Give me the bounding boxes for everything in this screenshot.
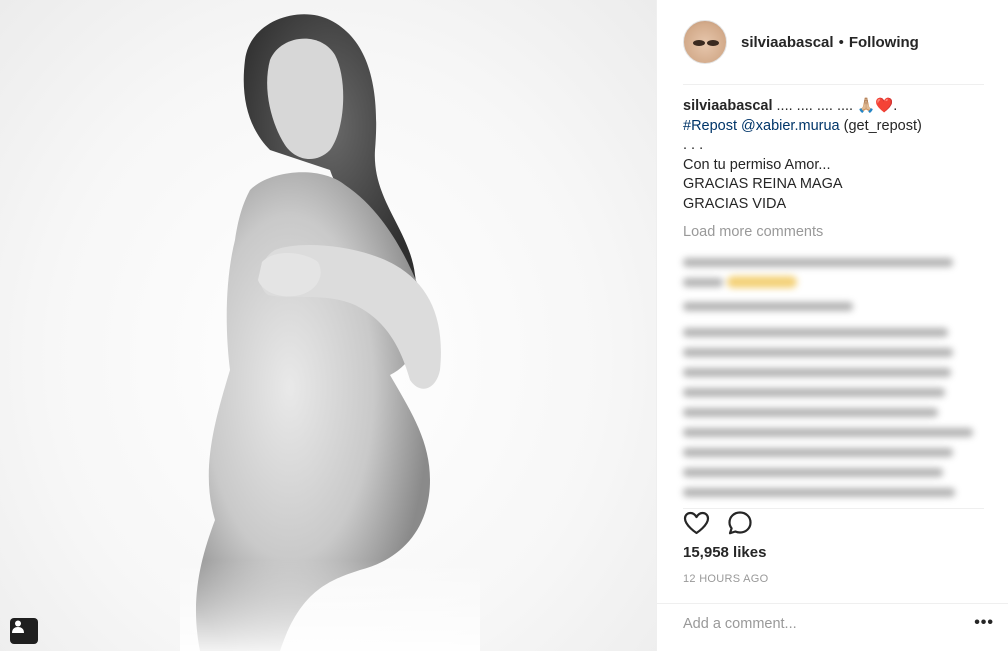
comment-bar: ••• [657,603,1008,651]
caption-emoji: 🙏🏼❤️. [857,98,898,114]
header-divider [683,84,984,85]
following-button[interactable]: Following [849,34,919,51]
caption-dots: . . . [683,137,704,153]
post-caption: silviaabascal .... .... .... .... 🙏🏼❤️. … [683,97,983,214]
user-tag-button[interactable] [10,618,38,644]
blurred-comments [677,246,989,508]
post-header: silviaabascal • Following [683,18,998,66]
photo-figure [180,14,480,651]
likes-count[interactable]: 15,958 likes [683,544,766,561]
mention-link[interactable]: @xabier.murua [741,118,840,134]
load-more-comments[interactable]: Load more comments [683,224,823,240]
avatar[interactable] [683,20,727,64]
header-username[interactable]: silviaabascal [741,34,834,51]
user-tag-icon [12,620,24,633]
post-photo[interactable] [0,0,656,651]
post-timestamp[interactable]: 12 HOURS AGO [683,573,769,585]
hashtag-link[interactable]: #Repost [683,118,737,134]
post-sidebar: silviaabascal • Following silviaabascal … [656,0,1008,651]
like-button[interactable] [681,508,711,538]
caption-username[interactable]: silviaabascal [683,98,773,114]
caption-line: GRACIAS VIDA [683,195,787,212]
caption-line: GRACIAS REINA MAGA [683,176,843,192]
post-actions [681,508,769,538]
caption-first-line: .... .... .... .... [776,98,854,114]
caption-repost-source: (get_repost) [839,117,922,134]
comment-button[interactable] [725,508,755,538]
speech-bubble-icon [728,511,752,535]
more-options-button[interactable]: ••• [974,614,994,632]
heart-icon [683,511,709,535]
comment-input[interactable] [683,616,943,632]
header-separator: • [838,33,844,51]
caption-line: Con tu permiso Amor... [683,156,831,173]
